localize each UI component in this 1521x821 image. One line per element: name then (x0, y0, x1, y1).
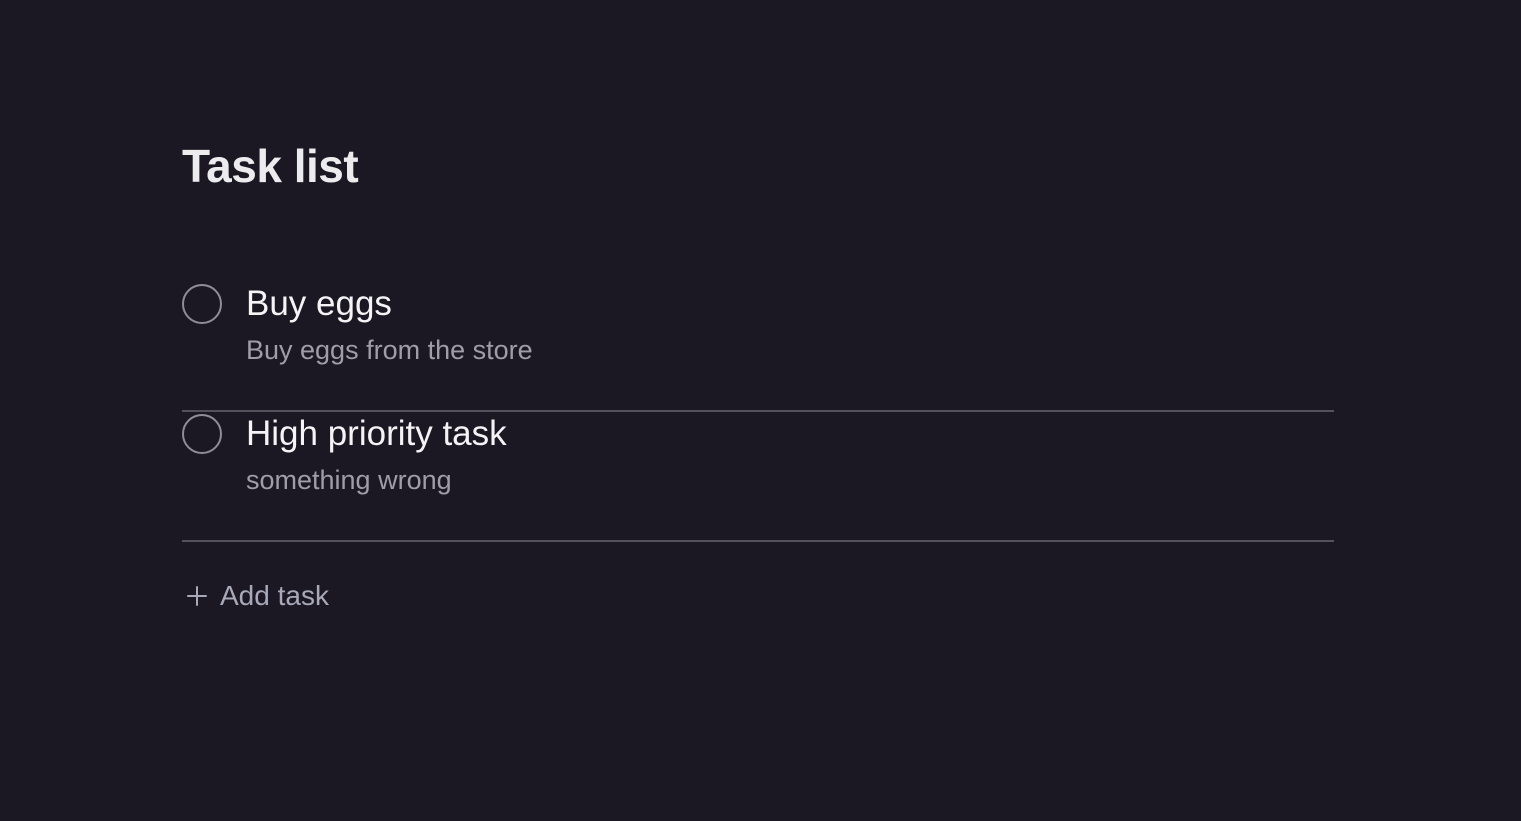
task-title: Buy eggs (246, 284, 392, 323)
task-item[interactable]: Buy eggs Buy eggs from the store (182, 282, 1334, 412)
task-checkbox[interactable] (182, 284, 222, 324)
add-task-label: Add task (220, 580, 329, 611)
page-title: Task list (182, 140, 359, 192)
task-list-panel: Task list Buy eggs Buy eggs from the sto… (182, 136, 1334, 612)
plus-icon (186, 585, 208, 607)
task-title: High priority task (246, 414, 507, 453)
task-description: something wrong (246, 465, 452, 495)
task-checkbox[interactable] (182, 414, 222, 454)
task-list: Buy eggs Buy eggs from the store High pr… (182, 282, 1334, 542)
app-page: Task list Buy eggs Buy eggs from the sto… (0, 0, 1521, 821)
task-description: Buy eggs from the store (246, 335, 533, 365)
task-item[interactable]: High priority task something wrong (182, 412, 1334, 542)
add-task-button[interactable]: Add task (182, 580, 334, 612)
